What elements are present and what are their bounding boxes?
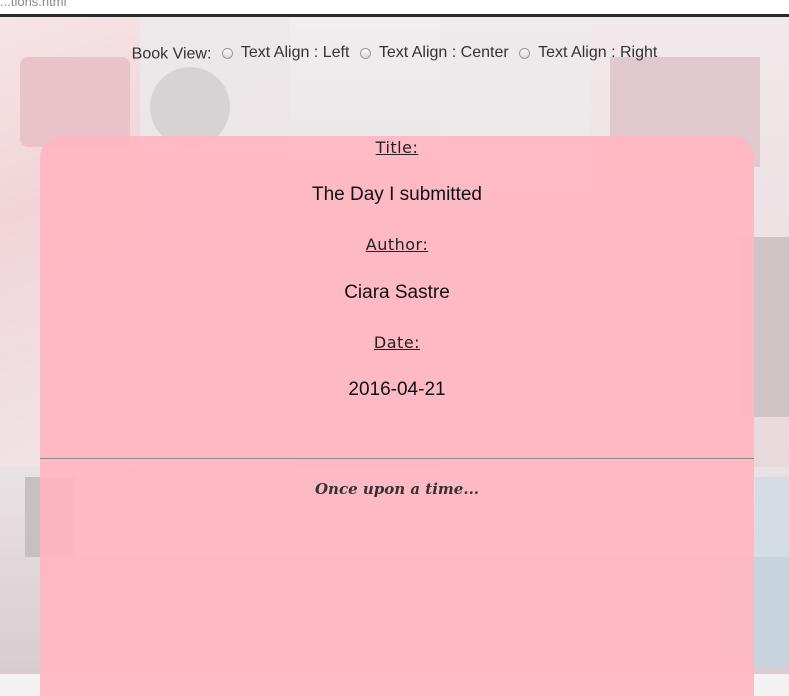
title-label: Title: <box>375 138 419 157</box>
file-name: ...tions.html <box>0 0 67 9</box>
book-view-bar: Book View: Text Align : Left Text Align … <box>0 44 789 64</box>
book-view-label: Book View: <box>131 45 212 63</box>
align-left-option[interactable]: Text Align : Left <box>221 44 350 62</box>
book-title: The Day I submitted <box>311 184 483 205</box>
align-right-radio[interactable] <box>519 47 531 59</box>
align-left-label[interactable]: Text Align : Left <box>241 44 350 62</box>
story-text: Once upon a time... <box>314 480 480 498</box>
date-label: Date: <box>373 333 421 352</box>
book-date: 2016-04-21 <box>348 379 446 400</box>
book-author: Ciara Sastre <box>344 282 450 303</box>
divider <box>40 458 754 459</box>
align-center-radio[interactable] <box>359 47 371 59</box>
book-card: Title: The Day I submitted Author: Ciara… <box>40 136 754 696</box>
align-right-option[interactable]: Text Align : Right <box>519 44 657 62</box>
author-label: Author: <box>365 235 429 254</box>
align-right-label[interactable]: Text Align : Right <box>538 44 657 62</box>
browser-top-strip: ...tions.html <box>0 0 789 17</box>
align-center-label[interactable]: Text Align : Center <box>379 44 509 62</box>
align-center-option[interactable]: Text Align : Center <box>359 44 509 62</box>
align-left-radio[interactable] <box>221 47 233 59</box>
